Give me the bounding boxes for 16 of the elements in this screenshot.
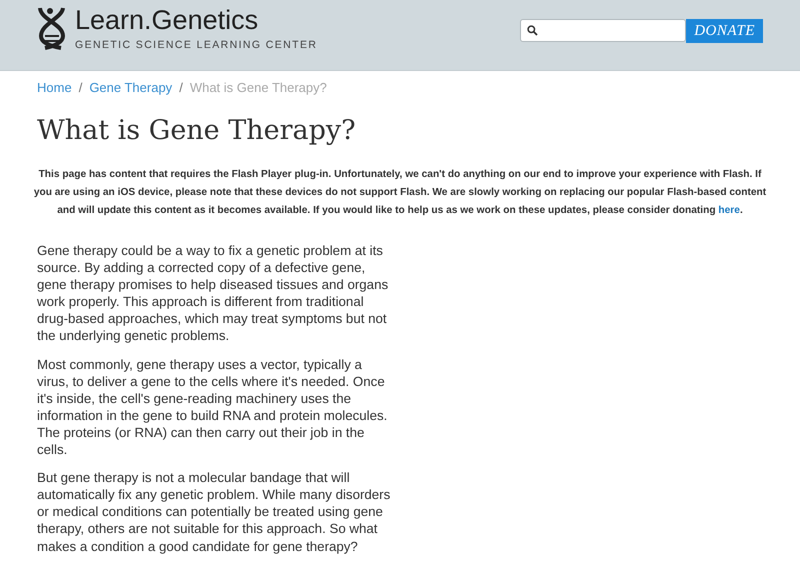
dna-logo-icon	[37, 6, 67, 50]
logo-subtitle: GENETIC SCIENCE LEARNING CENTER	[75, 39, 318, 51]
donate-link[interactable]: here	[718, 205, 740, 216]
body-paragraph: But gene therapy is not a molecular bandage that will automatically fix any genetic problem. While many disorders or medical conditions can potentially be treated using gene therapy, others are not suitable for this approach. So what makes a condition a good candidate for gene therapy?	[37, 469, 392, 555]
page-title: What is Gene Therapy?	[37, 115, 357, 146]
donate-button[interactable]: DONATE	[686, 19, 763, 43]
body-paragraph: Most commonly, gene therapy uses a vector, typically a virus, to deliver a gene to the cells where it's needed. Once it's inside, the cell's gene-reading machinery uses the information in the gene to build RNA and protein molecules. The proteins (or RNA) can then carry out their job in the cells.	[37, 356, 388, 458]
breadcrumb-link[interactable]: Home	[37, 80, 72, 95]
breadcrumb-link[interactable]: Gene Therapy	[89, 80, 172, 95]
search-icon	[527, 25, 538, 36]
logo-title[interactable]: Learn.Genetics	[75, 6, 318, 34]
breadcrumb-separator: /	[179, 80, 183, 95]
flash-notice: This page has content that requires the Flash Player plug-in. Unfortunately, we can't do anything on our end to improve your experience with Flash. If you are using an iOS device, please note that these devices do not support Flash. We are slowly working on replacing our popular Flash-based content and will update this content as it becomes available. If you would like to help us as we work on these updates, please consider donating here.	[32, 168, 768, 218]
body-paragraph: Gene therapy could be a way to fix a genetic problem at its source. By adding a corrected copy of a defective gene, gene therapy promises to help diseased tissues and organs work properly. This approach is different from traditional drug-based approaches, which may treat symptoms but not the underlying genetic problems.	[37, 242, 390, 345]
breadcrumb-separator: /	[78, 80, 82, 95]
search-field[interactable]	[520, 19, 686, 42]
